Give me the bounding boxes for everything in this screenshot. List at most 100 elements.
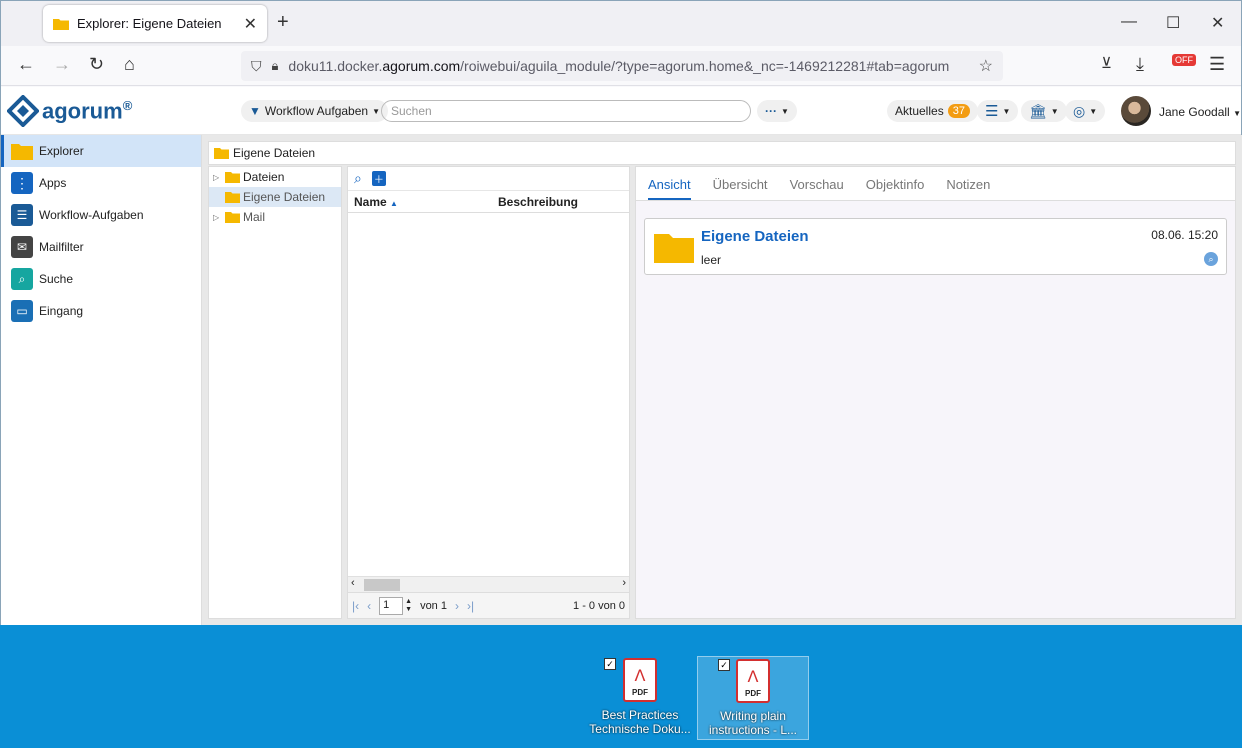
- search-input[interactable]: Suchen: [381, 100, 751, 122]
- page-stepper-icon[interactable]: ▲ ▼: [405, 598, 412, 614]
- expand-arrow-icon[interactable]: ▷: [213, 213, 222, 222]
- magnifier-icon: ⌕: [11, 268, 33, 290]
- url-path: /roiwebui/aguila_module/?type=agorum.hom…: [460, 58, 950, 74]
- column-description-header[interactable]: Beschreibung: [498, 195, 578, 209]
- new-tab-icon[interactable]: +: [277, 12, 289, 32]
- prev-page-icon[interactable]: ‹: [367, 599, 371, 613]
- tab-vorschau[interactable]: Vorschau: [790, 177, 844, 200]
- zoom-icon[interactable]: ⌕: [1204, 252, 1218, 266]
- close-tab-icon[interactable]: ✕: [244, 14, 257, 34]
- bookmark-star-icon[interactable]: ☆: [979, 56, 993, 76]
- list-header: Name ▲ Beschreibung: [348, 191, 629, 213]
- page-range-label: 1 - 0 von 0: [573, 599, 625, 612]
- acrobat-icon: ᐱ: [634, 668, 646, 685]
- sidebar: Explorer ⋮⋮⋮ Apps ☰ Workflow-Aufgaben ✉ …: [1, 135, 202, 625]
- sidebar-item-mailfilter[interactable]: ✉ Mailfilter: [1, 231, 201, 263]
- sidebar-item-suche[interactable]: ⌕ Suche: [1, 263, 201, 295]
- card-title[interactable]: Eigene Dateien: [701, 228, 809, 245]
- agorum-diamond-icon: [7, 95, 39, 127]
- object-card[interactable]: Eigene Dateien leer 08.06. 15:20 ⌕: [644, 218, 1227, 275]
- url-bar[interactable]: ⛉ 🔒︎ doku11.docker.agorum.com/roiwebui/a…: [241, 51, 1003, 81]
- folder-icon: [654, 234, 694, 263]
- main-menu-button[interactable]: ☰ ▼: [977, 100, 1019, 122]
- workflow-filter-button[interactable]: ▼ Workflow Aufgaben ▼: [241, 100, 388, 122]
- scroll-right-icon[interactable]: ›: [622, 577, 626, 589]
- checkbox-icon[interactable]: ✓: [604, 658, 616, 670]
- card-description: leer: [701, 253, 722, 267]
- tab-notizen[interactable]: Notizen: [946, 177, 990, 200]
- forward-icon[interactable]: →: [53, 54, 71, 75]
- home-icon[interactable]: ⌂: [124, 54, 135, 75]
- tree-item-mail[interactable]: ▷ Mail: [209, 207, 341, 227]
- next-page-icon[interactable]: ›: [455, 599, 459, 613]
- agorum-logo[interactable]: agorum®: [7, 95, 132, 127]
- search-placeholder: Suchen: [391, 104, 432, 118]
- acrobat-icon: ᐱ: [747, 669, 759, 686]
- browser-window: Explorer: Eigene Dateien ✕ + — ☐ ✕ ← → ↻…: [0, 0, 1242, 625]
- label-line-2: Technische Doku...: [589, 722, 691, 736]
- column-name-label: Name: [354, 194, 387, 209]
- expand-arrow-icon[interactable]: ▷: [213, 173, 222, 182]
- sidebar-item-explorer[interactable]: Explorer: [1, 135, 201, 167]
- user-menu[interactable]: Jane Goodall ▼: [1159, 105, 1241, 119]
- horizontal-scrollbar[interactable]: ‹ ›: [348, 576, 629, 592]
- logo-word: agorum: [42, 98, 123, 124]
- fingerprint-menu-button[interactable]: ◎ ▼: [1065, 100, 1106, 122]
- column-name-header[interactable]: Name ▲: [348, 195, 498, 209]
- tab-objektinfo[interactable]: Objektinfo: [866, 177, 925, 200]
- mail-filter-icon: ✉: [11, 236, 33, 258]
- desktop-icon-label: Best Practices Technische Doku...: [584, 708, 696, 736]
- folder-icon: [225, 212, 240, 223]
- extension-off-icon[interactable]: OFF: [1172, 54, 1196, 66]
- scroll-thumb[interactable]: [364, 579, 400, 591]
- sidebar-item-eingang[interactable]: ▭ Eingang: [1, 295, 201, 327]
- workflow-filter-label: Workflow Aufgaben: [264, 104, 369, 118]
- back-icon[interactable]: ←: [17, 54, 35, 75]
- breadcrumb: Eigene Dateien: [208, 141, 1236, 165]
- pdf-file-icon: ᐱ PDF: [736, 659, 770, 703]
- download-icon[interactable]: ⤓: [1136, 54, 1144, 75]
- minimize-icon[interactable]: —: [1121, 13, 1137, 31]
- close-window-icon[interactable]: ✕: [1211, 13, 1224, 33]
- more-button[interactable]: ··· ▼: [757, 100, 797, 122]
- checkbox-icon[interactable]: ✓: [718, 659, 730, 671]
- lock-icon[interactable]: 🔒︎: [272, 58, 279, 74]
- tree-item-eigene-dateien[interactable]: Eigene Dateien: [209, 187, 341, 207]
- browser-tab[interactable]: Explorer: Eigene Dateien ✕: [43, 5, 267, 42]
- tab-ansicht[interactable]: Ansicht: [648, 177, 691, 200]
- last-page-icon[interactable]: ›|: [467, 599, 474, 613]
- caret-down-icon: ▼: [1233, 109, 1241, 118]
- reload-icon[interactable]: ↻: [89, 54, 104, 75]
- sidebar-item-apps[interactable]: ⋮⋮⋮ Apps: [1, 167, 201, 199]
- breadcrumb-label[interactable]: Eigene Dateien: [233, 146, 315, 160]
- pdf-label: PDF: [632, 688, 648, 697]
- search-icon[interactable]: ⌕: [354, 170, 362, 187]
- funnel-icon: ▼: [249, 104, 261, 118]
- logo-text: agorum®: [42, 98, 132, 124]
- page-number-input[interactable]: 1: [379, 596, 404, 615]
- first-page-icon[interactable]: |‹: [352, 599, 359, 613]
- tab-uebersicht[interactable]: Übersicht: [713, 177, 768, 200]
- scroll-left-icon[interactable]: ‹: [351, 577, 355, 589]
- shield-icon[interactable]: ⛉: [251, 58, 262, 75]
- user-name: Jane Goodall: [1159, 105, 1230, 119]
- bank-menu-button[interactable]: 🏛︎ ▼: [1021, 100, 1067, 122]
- url-text[interactable]: doku11.docker.agorum.com/roiwebui/aguila…: [288, 58, 968, 74]
- file-list: ⌕ ＋ Name ▲ Beschreibung ‹ › |‹ ‹ 1 ▲ ▼ vo…: [347, 166, 630, 619]
- app-menu-icon[interactable]: ☰: [1209, 54, 1225, 75]
- sidebar-item-workflow[interactable]: ☰ Workflow-Aufgaben: [1, 199, 201, 231]
- desktop-icon-best-practices[interactable]: ᐱ PDF ✓ Best Practices Technische Doku...: [584, 656, 696, 740]
- desktop-icon-writing-plain[interactable]: ᐱ PDF ✓ Writing plain instructions - L...: [697, 656, 809, 740]
- avatar[interactable]: [1121, 96, 1151, 126]
- url-prefix: doku11.docker.: [288, 58, 383, 74]
- tree-item-dateien[interactable]: ▷ Dateien: [209, 167, 341, 187]
- caret-down-icon: ▼: [372, 106, 380, 116]
- sort-asc-icon: ▲: [390, 198, 398, 208]
- pocket-icon[interactable]: ⊻: [1101, 54, 1112, 72]
- aktuelles-button[interactable]: Aktuelles 37: [887, 100, 978, 122]
- folder-icon: [214, 148, 229, 159]
- detail-panel: Ansicht Übersicht Vorschau Objektinfo No…: [635, 166, 1236, 619]
- label-line-1: Writing plain: [720, 709, 786, 723]
- new-folder-icon[interactable]: ＋: [371, 171, 386, 186]
- maximize-icon[interactable]: ☐: [1166, 13, 1180, 33]
